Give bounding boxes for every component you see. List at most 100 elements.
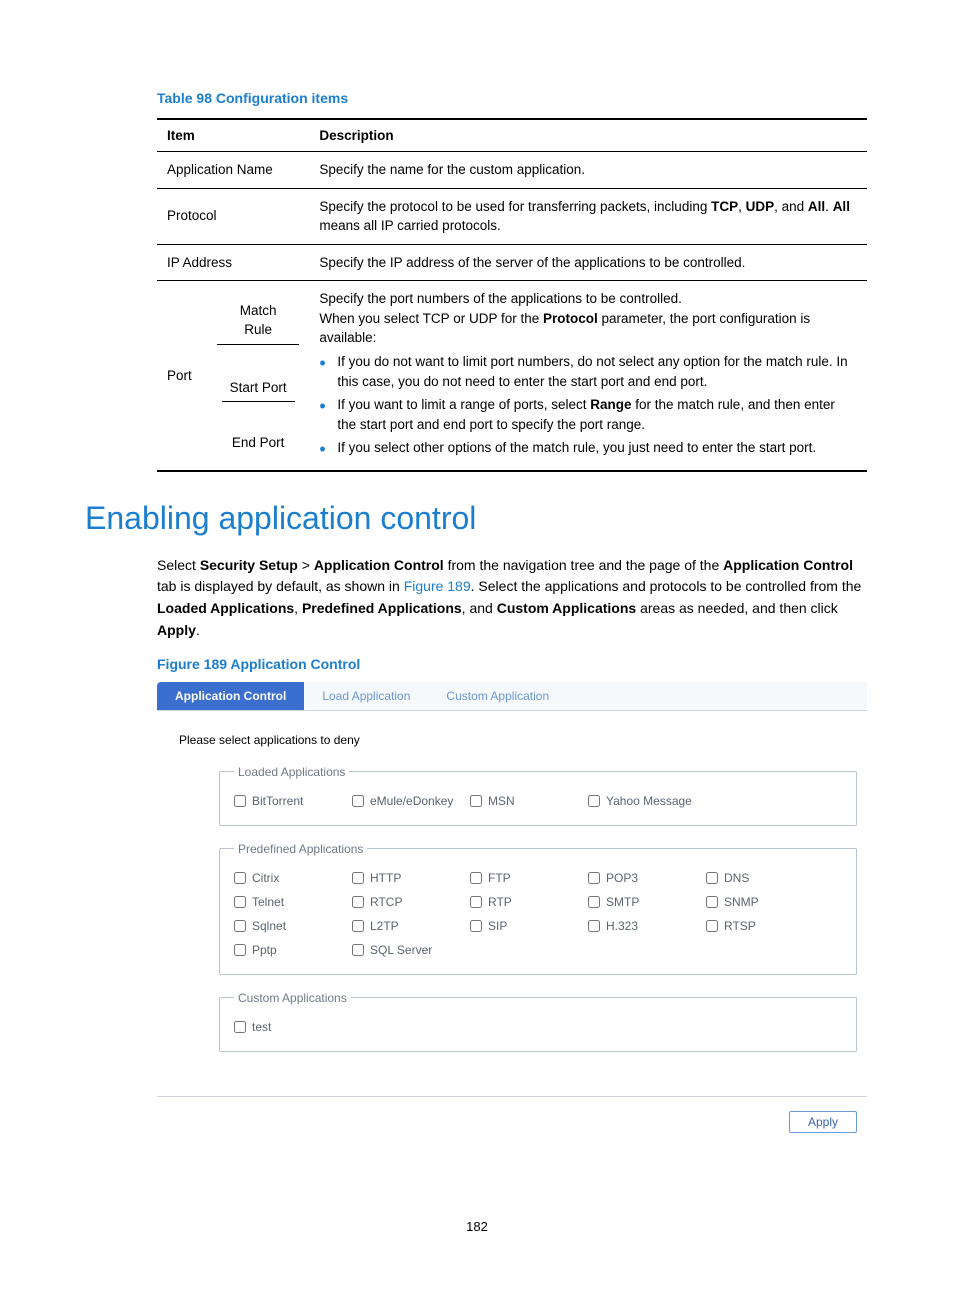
predef-item: SQL Server: [352, 943, 470, 957]
predef-item: Telnet: [234, 895, 352, 909]
predef-item: L2TP: [352, 919, 470, 933]
predef-checkbox[interactable]: [234, 872, 246, 884]
loaded-item: Yahoo Message: [588, 794, 706, 808]
page-number: 182: [0, 1219, 954, 1234]
port-bullet-3: If you select other options of the match…: [319, 438, 857, 458]
predef-checkbox[interactable]: [352, 896, 364, 908]
legend-loaded: Loaded Applications: [234, 765, 349, 779]
predef-item: FTP: [470, 871, 588, 885]
predef-label: Sqlnet: [252, 919, 286, 933]
predef-label: SQL Server: [370, 943, 432, 957]
loaded-checkbox[interactable]: [588, 795, 600, 807]
loaded-item: MSN: [470, 794, 588, 808]
predef-checkbox[interactable]: [352, 872, 364, 884]
predef-checkbox[interactable]: [588, 920, 600, 932]
loaded-item: eMule/eDonkey: [352, 794, 470, 808]
predef-checkbox[interactable]: [234, 920, 246, 932]
loaded-item: BitTorrent: [234, 794, 352, 808]
td-sub-start: Start Port: [207, 361, 309, 416]
tab-strip: Application Control Load Application Cus…: [157, 682, 867, 711]
predef-checkbox[interactable]: [470, 896, 482, 908]
predef-label: Telnet: [252, 895, 284, 909]
figure-caption: Figure 189 Application Control: [157, 656, 869, 672]
predef-item: RTSP: [706, 919, 824, 933]
predef-label: SNMP: [724, 895, 759, 909]
predef-label: RTSP: [724, 919, 756, 933]
group-predefined: Predefined Applications Citrix HTTP FTP POP…: [219, 842, 857, 975]
td-item-port: Port: [157, 281, 207, 471]
section-paragraph: Select Security Setup > Application Cont…: [157, 555, 867, 642]
predef-checkbox[interactable]: [588, 896, 600, 908]
td-item-protocol: Protocol: [157, 188, 309, 244]
panel-prompt: Please select applications to deny: [179, 733, 857, 747]
tab-load-app[interactable]: Load Application: [304, 682, 428, 710]
predef-label: Pptp: [252, 943, 277, 957]
predef-checkbox[interactable]: [352, 944, 364, 956]
td-desc-ip: Specify the IP address of the server of …: [309, 244, 867, 281]
predef-label: RTCP: [370, 895, 402, 909]
predef-checkbox[interactable]: [234, 944, 246, 956]
predef-label: POP3: [606, 871, 638, 885]
th-desc: Description: [309, 119, 867, 152]
predef-item: H.323: [588, 919, 706, 933]
tab-app-control[interactable]: Application Control: [157, 682, 304, 710]
group-custom: Custom Applications test: [219, 991, 857, 1052]
custom-label: test: [252, 1020, 271, 1034]
predef-item: SNMP: [706, 895, 824, 909]
loaded-label: MSN: [488, 794, 515, 808]
predef-item: RTP: [470, 895, 588, 909]
predef-item: SMTP: [588, 895, 706, 909]
td-desc-port: Specify the port numbers of the applicat…: [309, 281, 867, 471]
ui-screenshot: Application Control Load Application Cus…: [157, 682, 867, 1133]
tab-custom-app[interactable]: Custom Application: [428, 682, 567, 710]
td-desc-appname: Specify the name for the custom applicat…: [309, 152, 867, 189]
predef-checkbox[interactable]: [352, 920, 364, 932]
figure-link[interactable]: Figure 189: [404, 578, 471, 594]
td-sub-end: End Port: [207, 416, 309, 471]
predef-checkbox[interactable]: [470, 920, 482, 932]
predef-item: RTCP: [352, 895, 470, 909]
group-loaded: Loaded Applications BitTorrent eMule/eDon…: [219, 765, 857, 826]
td-item-appname: Application Name: [157, 152, 309, 189]
table-caption: Table 98 Configuration items: [157, 90, 869, 106]
predef-label: Citrix: [252, 871, 279, 885]
predef-label: H.323: [606, 919, 638, 933]
loaded-checkbox[interactable]: [352, 795, 364, 807]
predef-item: POP3: [588, 871, 706, 885]
custom-checkbox[interactable]: [234, 1021, 246, 1033]
predef-checkbox[interactable]: [470, 872, 482, 884]
predef-checkbox[interactable]: [706, 920, 718, 932]
loaded-label: Yahoo Message: [606, 794, 692, 808]
loaded-label: BitTorrent: [252, 794, 303, 808]
predef-item: Sqlnet: [234, 919, 352, 933]
predef-item: HTTP: [352, 871, 470, 885]
loaded-checkbox[interactable]: [470, 795, 482, 807]
loaded-checkbox[interactable]: [234, 795, 246, 807]
predef-item: Pptp: [234, 943, 352, 957]
predef-label: L2TP: [370, 919, 399, 933]
predef-checkbox[interactable]: [588, 872, 600, 884]
section-heading: Enabling application control: [85, 500, 869, 537]
predef-label: RTP: [488, 895, 512, 909]
apply-button[interactable]: Apply: [789, 1111, 857, 1133]
td-sub-match: Match Rule: [207, 281, 309, 361]
legend-predefined: Predefined Applications: [234, 842, 367, 856]
custom-item: test: [234, 1020, 352, 1034]
predef-item: DNS: [706, 871, 824, 885]
config-items-table: ItemDescription Application NameSpecify …: [157, 118, 867, 472]
td-desc-protocol: Specify the protocol to be used for tran…: [309, 188, 867, 244]
predef-checkbox[interactable]: [706, 896, 718, 908]
predef-item: Citrix: [234, 871, 352, 885]
predef-checkbox[interactable]: [706, 872, 718, 884]
th-item: Item: [157, 119, 309, 152]
predef-label: SMTP: [606, 895, 639, 909]
td-item-ip: IP Address: [157, 244, 309, 281]
loaded-label: eMule/eDonkey: [370, 794, 453, 808]
predef-label: FTP: [488, 871, 511, 885]
predef-item: SIP: [470, 919, 588, 933]
predef-label: HTTP: [370, 871, 401, 885]
predef-checkbox[interactable]: [234, 896, 246, 908]
legend-custom: Custom Applications: [234, 991, 351, 1005]
predef-label: DNS: [724, 871, 749, 885]
port-bullet-1: If you do not want to limit port numbers…: [319, 352, 857, 391]
